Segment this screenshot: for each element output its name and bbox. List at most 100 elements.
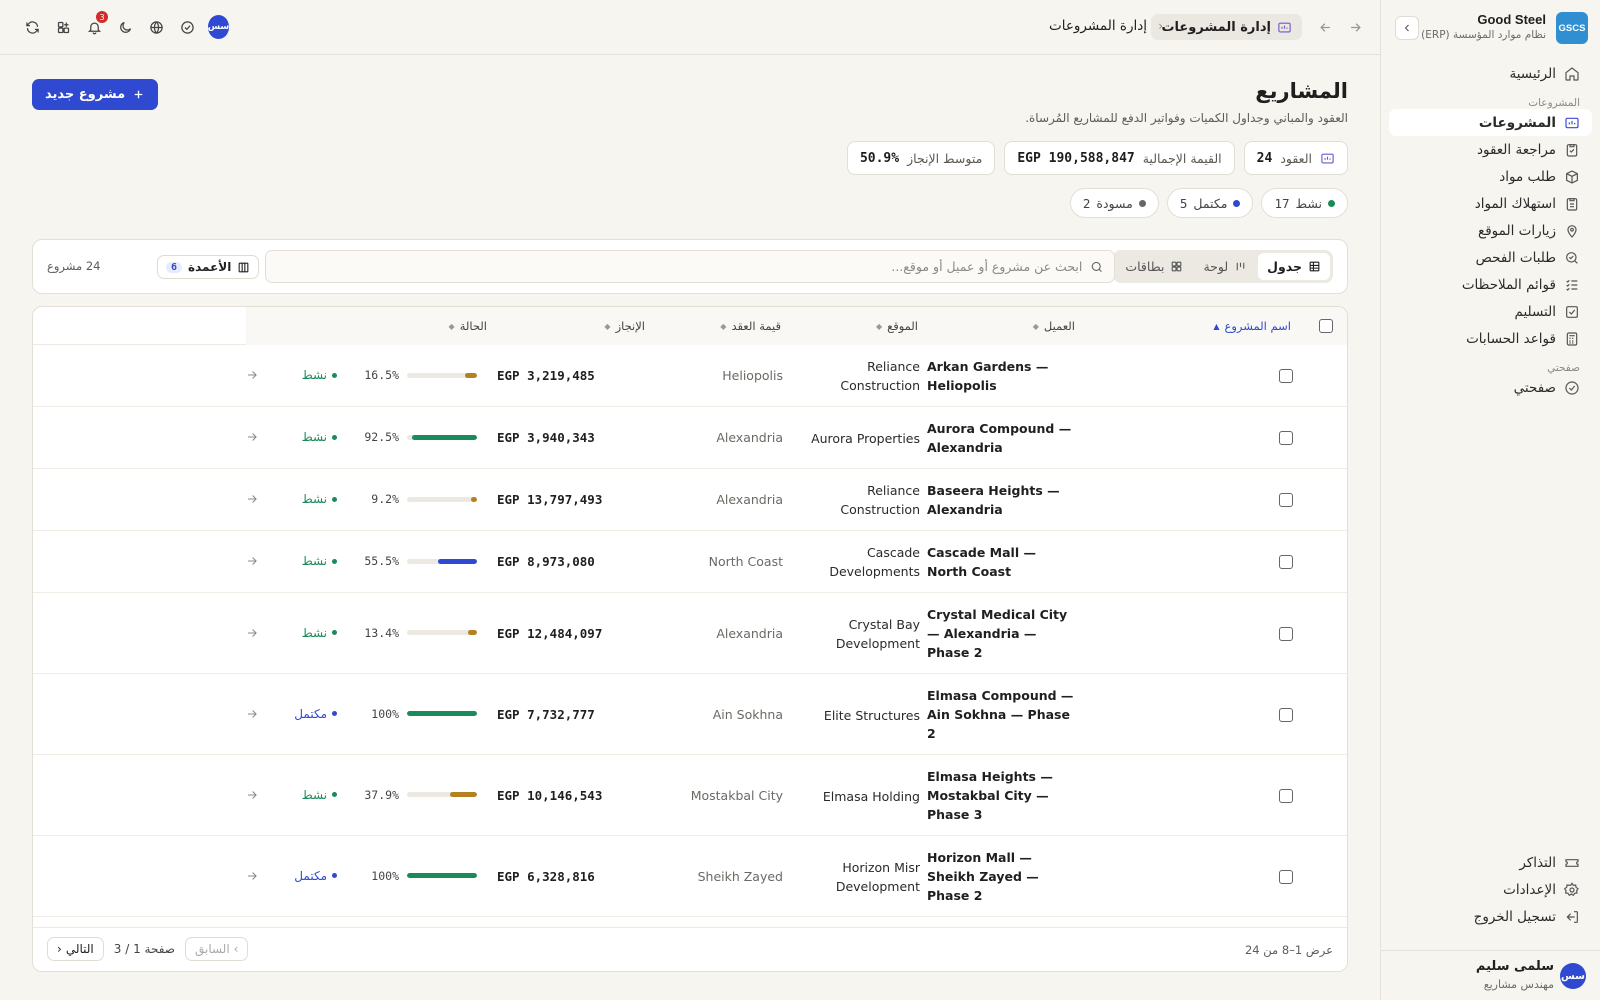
- sort-asc-icon: ▲: [1213, 321, 1220, 331]
- back-arrow-icon[interactable]: [1314, 16, 1336, 38]
- refresh-button[interactable]: [22, 15, 43, 39]
- table-row[interactable]: Aurora Compound — Alexandria Aurora Prope…: [33, 407, 1347, 469]
- check-circle-icon: [181, 20, 194, 34]
- table-row[interactable]: Crystal Medical City — Alexandria — Phas…: [33, 593, 1347, 674]
- sidebar-item-verifier[interactable]: صفحتي: [1389, 374, 1592, 401]
- open-row-arrow-icon[interactable]: [245, 492, 259, 506]
- project-name[interactable]: Arkan Gardens — Heliopolis: [927, 357, 1077, 395]
- header-progress[interactable]: الإنجاز ◆: [604, 319, 645, 333]
- prev-label: السابق: [194, 942, 230, 956]
- open-row-arrow-icon[interactable]: [245, 707, 259, 721]
- sidebar-item-logout[interactable]: تسجيل الخروج: [1389, 903, 1592, 930]
- tasks-button[interactable]: [177, 15, 198, 39]
- table-row[interactable]: Elmasa Compound — Ain Sokhna — Phase 2 El…: [33, 674, 1347, 755]
- folder-icon: [1565, 117, 1579, 128]
- row-checkbox[interactable]: [1279, 555, 1293, 569]
- columns-button[interactable]: الأعمدة 6: [157, 255, 260, 279]
- user-role: مهندس مشاريع: [1483, 978, 1554, 991]
- header-contract-value[interactable]: قيمة العقد ◆: [720, 319, 781, 333]
- breadcrumb-current[interactable]: إدارة المشروعات: [1151, 14, 1302, 40]
- header-project-name[interactable]: اسم المشروع ▲: [1213, 319, 1291, 333]
- header-client[interactable]: العميل ◆: [1033, 319, 1075, 333]
- row-checkbox[interactable]: [1279, 431, 1293, 445]
- sidebar-item-6[interactable]: قوائم الملاحظات: [1389, 271, 1592, 298]
- project-name[interactable]: Elmasa Compound — Ain Sokhna — Phase 2: [927, 686, 1077, 743]
- brand-name: Good Steel: [1477, 12, 1546, 27]
- collapse-sidebar-button[interactable]: [1395, 16, 1419, 40]
- notifications-button[interactable]: 3: [84, 11, 108, 39]
- site-name: Ain Sokhna: [712, 706, 783, 722]
- open-row-arrow-icon[interactable]: [245, 869, 259, 883]
- table-row[interactable]: Baseera Heights — Alexandria Reliance Con…: [33, 469, 1347, 531]
- chevron-left-icon: ‹: [1158, 19, 1163, 33]
- sidebar-item-2[interactable]: طلب مواد: [1389, 163, 1592, 190]
- row-checkbox[interactable]: [1279, 707, 1293, 722]
- sidebar-item-4[interactable]: زيارات الموقع: [1389, 217, 1592, 244]
- avatar: سس: [1560, 963, 1586, 989]
- search-input[interactable]: [266, 259, 1083, 274]
- project-name[interactable]: Cascade Mall — North Coast: [927, 543, 1077, 581]
- forward-arrow-icon[interactable]: [1344, 16, 1366, 38]
- theme-toggle-button[interactable]: [115, 15, 136, 39]
- filter-label: مسودة: [1096, 195, 1133, 211]
- new-project-label: مشروع جديد: [45, 87, 126, 102]
- open-row-arrow-icon[interactable]: [245, 626, 259, 640]
- filter-chip[interactable]: مكتمل 5: [1166, 188, 1254, 218]
- view-table-button[interactable]: جدول: [1258, 253, 1330, 280]
- sidebar-item-home[interactable]: الرئيسية: [1389, 60, 1592, 87]
- sidebar-item-5[interactable]: طلبات الفحص: [1389, 244, 1592, 271]
- view-board-label: لوحة: [1203, 259, 1229, 274]
- progress-cell: 16.5%: [359, 368, 489, 382]
- filter-chip[interactable]: نشط 17: [1261, 188, 1348, 218]
- table-row[interactable]: Cascade Mall — North Coast Cascade Develo…: [33, 531, 1347, 593]
- filter-chip[interactable]: مسودة 2: [1069, 188, 1159, 218]
- table-row[interactable]: Horizon Mall — Sheikh Zayed — Phase 2 Hor…: [33, 836, 1347, 917]
- language-button[interactable]: [146, 15, 167, 39]
- status-dot: [332, 792, 337, 797]
- sort-icon: ◆: [1032, 321, 1039, 331]
- open-row-arrow-icon[interactable]: [245, 368, 259, 382]
- sidebar-item-1[interactable]: مراجعة العقود: [1389, 136, 1592, 163]
- new-project-button[interactable]: مشروع جديد: [32, 79, 159, 110]
- prev-page-button[interactable]: › السابق: [184, 937, 249, 961]
- user-profile[interactable]: سس سلمى سليم مهندس مشاريع: [1381, 950, 1600, 1000]
- open-row-arrow-icon[interactable]: [245, 430, 259, 444]
- project-name[interactable]: Baseera Heights — Alexandria: [927, 481, 1077, 519]
- next-page-button[interactable]: التالي ‹: [47, 937, 104, 961]
- client-name: Reliance Construction: [840, 359, 920, 393]
- row-checkbox[interactable]: [1279, 869, 1293, 884]
- header-site[interactable]: الموقع ◆: [876, 319, 918, 333]
- open-row-arrow-icon[interactable]: [245, 788, 259, 802]
- sidebar-nav: الرئيسية المشروعات المشروعات مراجعة العقو…: [1389, 60, 1592, 401]
- breadcrumb-parent[interactable]: إدارة المشروعات: [1049, 18, 1147, 34]
- open-row-arrow-icon[interactable]: [245, 554, 259, 568]
- sidebar-item-7[interactable]: التسليم: [1389, 298, 1592, 325]
- table-body: Arkan Gardens — Heliopolis Reliance Const…: [33, 345, 1347, 927]
- row-checkbox[interactable]: [1279, 788, 1293, 803]
- row-checkbox[interactable]: [1279, 626, 1293, 641]
- project-name[interactable]: Aurora Compound — Alexandria: [927, 419, 1077, 457]
- sidebar-item-0[interactable]: المشروعات: [1389, 109, 1592, 136]
- user-menu-button[interactable]: سس: [207, 15, 230, 39]
- table-row[interactable]: Arkan Gardens — Heliopolis Reliance Const…: [33, 345, 1347, 407]
- project-name[interactable]: Horizon Mall — Sheikh Zayed — Phase 2: [927, 848, 1077, 905]
- table-row[interactable]: Elmasa Heights — Mostakbal City — Phase …: [33, 755, 1347, 836]
- pagination: التالي ‹ صفحة 1 / 3 › السابق: [47, 937, 249, 961]
- progress-cell: 37.9%: [359, 788, 489, 802]
- row-checkbox[interactable]: [1279, 369, 1293, 383]
- apps-button[interactable]: [53, 15, 74, 39]
- sidebar-item-8[interactable]: قواعد الحسابات: [1389, 325, 1592, 352]
- project-name[interactable]: Crystal Medical City — Alexandria — Phas…: [927, 605, 1077, 662]
- project-name[interactable]: Elmasa Heights — Mostakbal City — Phase …: [927, 767, 1077, 824]
- row-checkbox[interactable]: [1279, 493, 1293, 507]
- view-cards-button[interactable]: بطاقات: [1116, 253, 1192, 280]
- view-table-label: جدول: [1267, 259, 1302, 274]
- status-dot: [332, 873, 337, 878]
- sidebar-item-3[interactable]: استهلاك المواد: [1389, 190, 1592, 217]
- sidebar-item-tickets[interactable]: التذاكر: [1389, 849, 1592, 876]
- header-status[interactable]: الحالة ◆: [449, 319, 487, 333]
- sidebar-item-settings[interactable]: الإعدادات: [1389, 876, 1592, 903]
- select-all-checkbox[interactable]: [1319, 319, 1333, 333]
- sidebar-bottom-nav: التذاكر الإعدادات تسجيل الخروج: [1389, 849, 1592, 930]
- view-board-button[interactable]: لوحة: [1194, 253, 1256, 280]
